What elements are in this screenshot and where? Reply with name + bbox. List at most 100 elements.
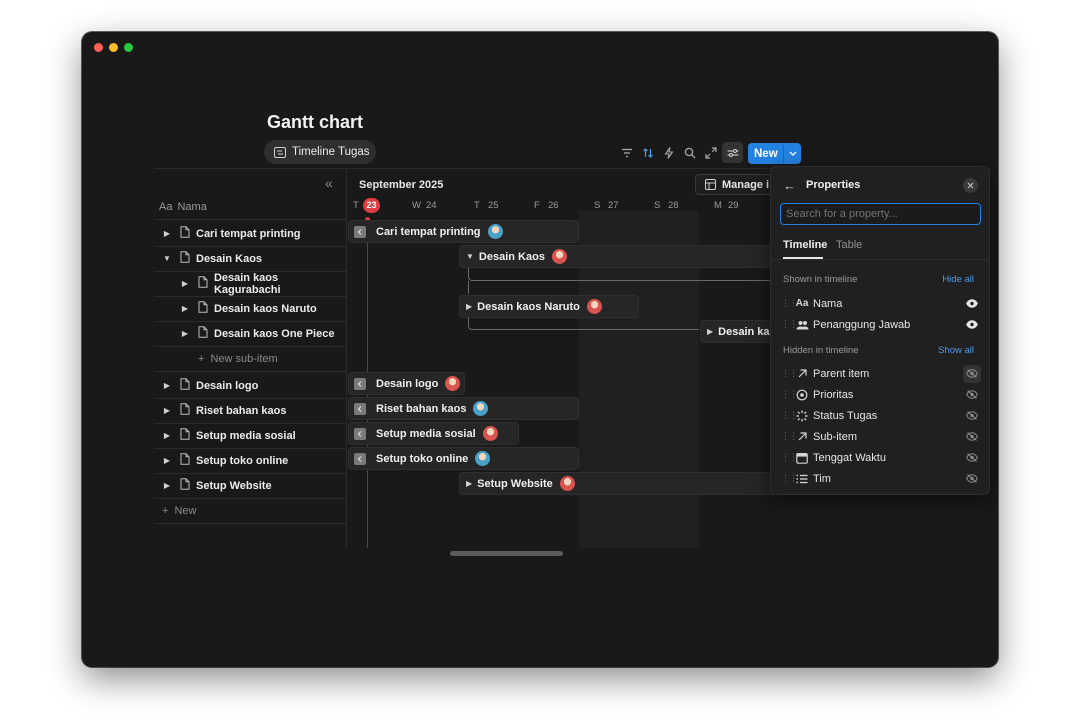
triangle-right-icon[interactable]: ▶ (162, 431, 172, 440)
property-row[interactable]: ⋮⋮ Aa Nama (781, 293, 981, 314)
row-label: Setup Website (196, 479, 272, 492)
lightning-icon[interactable] (662, 146, 676, 160)
triangle-right-icon[interactable]: ▶ (162, 381, 172, 390)
drag-handle-icon[interactable]: ⋮⋮ (781, 473, 798, 484)
property-row[interactable]: ⋮⋮ Tenggat Waktu (781, 447, 981, 468)
list-item[interactable]: ▶ Cari tempat printing (154, 221, 347, 246)
day-number: 24 (426, 200, 437, 211)
eye-off-icon[interactable] (963, 364, 981, 383)
triangle-right-icon[interactable]: ▶ (162, 229, 172, 238)
property-row[interactable]: ⋮⋮ Sub-item (781, 426, 981, 447)
timeline-bar[interactable]: ▼ Desain Kaos (459, 245, 779, 268)
row-label: Setup toko online (196, 454, 289, 467)
show-all-link[interactable]: Show all (938, 345, 974, 356)
app-window: Gantt chart Timeline Tugas New « Aa Nama (82, 32, 998, 667)
eye-icon[interactable] (963, 295, 981, 313)
back-arrow-icon[interactable]: ← (783, 178, 796, 193)
list-item[interactable]: ▶ Setup Website (154, 473, 347, 498)
triangle-right-icon[interactable]: ▶ (162, 456, 172, 465)
property-row[interactable]: ⋮⋮ Prioritas (781, 384, 981, 405)
page-icon (198, 326, 208, 338)
eye-off-icon[interactable] (963, 428, 981, 446)
sort-icon[interactable] (641, 146, 655, 160)
drag-handle-icon[interactable]: ⋮⋮ (781, 410, 798, 421)
eye-off-icon[interactable] (963, 407, 981, 425)
list-item[interactable]: ▼ Desain Kaos (154, 246, 347, 271)
triangle-right-icon[interactable]: ▶ (707, 327, 713, 336)
triangle-right-icon[interactable]: ▶ (466, 479, 472, 488)
tab-table[interactable]: Table (836, 239, 862, 251)
tab-timeline-tugas[interactable]: Timeline Tugas (264, 140, 376, 164)
timeline-bar[interactable]: ▶ Desain kac (700, 320, 780, 343)
collapse-sidebar-icon[interactable]: « (325, 175, 333, 191)
arrow-left-icon[interactable] (354, 225, 366, 238)
list-item[interactable]: ▶ Setup toko online (154, 448, 347, 473)
property-row[interactable]: ⋮⋮ Parent item (781, 363, 981, 384)
new-button-label: New (754, 147, 778, 160)
settings-sliders-icon[interactable] (722, 142, 743, 163)
new-button[interactable]: New (748, 143, 801, 164)
name-column-header[interactable]: Aa Nama (159, 201, 207, 213)
row-label: Desain Kaos (196, 252, 263, 265)
zoom-window-icon[interactable] (124, 43, 133, 52)
arrow-left-icon[interactable] (354, 452, 366, 465)
minimize-window-icon[interactable] (109, 43, 118, 52)
property-row[interactable]: ⋮⋮ Tim (781, 468, 981, 489)
close-icon[interactable] (963, 178, 978, 193)
arrow-left-icon[interactable] (354, 402, 366, 415)
timeline-bar[interactable]: ▶ Setup Website (459, 472, 779, 495)
eye-off-icon[interactable] (963, 470, 981, 488)
arrow-left-icon[interactable] (354, 427, 366, 440)
drag-handle-icon[interactable]: ⋮⋮ (781, 319, 798, 330)
horizontal-scrollbar[interactable] (450, 551, 563, 556)
timeline-bar[interactable]: Cari tempat printing (348, 220, 579, 243)
page-icon (180, 428, 190, 440)
filter-icon[interactable] (620, 146, 634, 160)
triangle-right-icon[interactable]: ▶ (180, 279, 190, 288)
chevron-down-icon[interactable] (784, 151, 801, 156)
timeline-bar[interactable]: ▶ Desain kaos Naruto (459, 295, 639, 318)
tab-timeline[interactable]: Timeline (783, 239, 827, 251)
timeline-bar[interactable]: Riset bahan kaos (348, 397, 579, 420)
property-row[interactable]: ⋮⋮ Status Tugas (781, 405, 981, 426)
drag-handle-icon[interactable]: ⋮⋮ (781, 431, 798, 442)
month-label: September 2025 (359, 179, 444, 191)
drag-handle-icon[interactable]: ⋮⋮ (781, 298, 798, 309)
search-icon[interactable] (683, 146, 697, 160)
list-item[interactable]: ▶ Desain kaos One Piece (154, 321, 347, 346)
triangle-right-icon[interactable]: ▼ (466, 252, 474, 261)
eye-off-icon[interactable] (963, 449, 981, 467)
plus-icon: + (162, 504, 169, 517)
avatar (482, 426, 498, 441)
triangle-right-icon[interactable]: ▶ (180, 304, 190, 313)
property-row[interactable]: ⋮⋮ Penanggung Jawab (781, 314, 981, 335)
triangle-down-icon[interactable]: ▼ (162, 254, 172, 263)
triangle-right-icon[interactable]: ▶ (180, 329, 190, 338)
eye-icon[interactable] (963, 316, 981, 334)
timeline-bar[interactable]: Setup media sosial (348, 422, 519, 445)
timeline-bar[interactable]: Desain logo (348, 372, 465, 395)
list-item[interactable]: ▶ Setup media sosial (154, 423, 347, 448)
close-window-icon[interactable] (94, 43, 103, 52)
new-sub-item-button[interactable]: + New sub-item (154, 346, 347, 371)
property-search-input[interactable] (780, 203, 981, 225)
list-item[interactable]: ▶ Desain kaos Naruto (154, 296, 347, 321)
triangle-right-icon[interactable]: ▶ (466, 302, 472, 311)
list-item[interactable]: ▶ Riset bahan kaos (154, 398, 347, 423)
triangle-right-icon[interactable]: ▶ (162, 406, 172, 415)
hide-all-link[interactable]: Hide all (942, 274, 974, 285)
day-number: 29 (728, 200, 739, 211)
arrow-left-icon[interactable] (354, 377, 366, 390)
list-item[interactable]: ▶ Desain kaos Kagurabachi (154, 271, 347, 296)
expand-icon[interactable] (704, 146, 718, 160)
drag-handle-icon[interactable]: ⋮⋮ (781, 452, 798, 463)
avatar (487, 224, 503, 239)
triangle-right-icon[interactable]: ▶ (162, 481, 172, 490)
list-item[interactable]: ▶ Desain logo (154, 373, 347, 398)
drag-handle-icon[interactable]: ⋮⋮ (781, 389, 798, 400)
new-item-button[interactable]: + New (154, 498, 347, 523)
drag-handle-icon[interactable]: ⋮⋮ (781, 368, 798, 379)
manage-label: Manage i (722, 178, 770, 191)
timeline-bar[interactable]: Setup toko online (348, 447, 579, 470)
eye-off-icon[interactable] (963, 386, 981, 404)
